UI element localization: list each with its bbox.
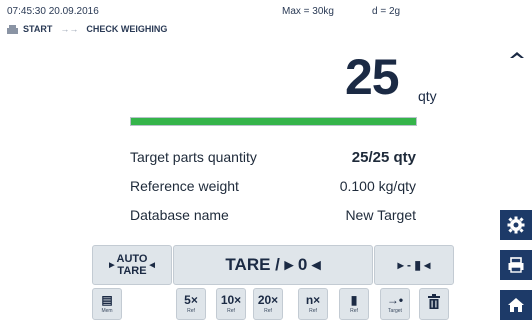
memory-icon: ▤ bbox=[101, 293, 113, 307]
softkey-sub: Ref bbox=[264, 308, 272, 314]
auto-tare-line1: AUTO bbox=[116, 253, 148, 265]
collapse-icon[interactable] bbox=[510, 51, 524, 59]
breadcrumb-start[interactable]: START bbox=[23, 24, 52, 34]
division: d = 2g bbox=[372, 6, 401, 17]
softkey-ref-n[interactable]: n× Ref bbox=[298, 288, 328, 320]
status-bar: 07:45:30 20.09.2016 Max = 30kg d = 2g bbox=[0, 0, 532, 20]
triangle-right-icon: ▶ bbox=[109, 262, 115, 269]
datetime: 07:45:30 20.09.2016 bbox=[7, 6, 99, 17]
settings-button[interactable] bbox=[500, 210, 532, 240]
breadcrumb-current: CHECK WEIGHING bbox=[86, 24, 168, 34]
printer-icon bbox=[508, 257, 524, 273]
info-label: Database name bbox=[130, 207, 229, 223]
auto-tare-line2: TARE bbox=[117, 265, 147, 277]
house-icon bbox=[508, 298, 524, 312]
info-label: Reference weight bbox=[130, 178, 239, 194]
info-row-database: Database name New Target bbox=[130, 204, 416, 226]
softkey-sub: Ref bbox=[309, 308, 317, 314]
triangle-left-icon: ◀ bbox=[149, 262, 155, 269]
softkey-ref-weight[interactable]: ▮ Ref bbox=[339, 288, 369, 320]
ref-weight-icon: ▮ bbox=[350, 293, 358, 307]
home-icon bbox=[7, 24, 18, 34]
softkey-ref-10[interactable]: 10× Ref bbox=[216, 288, 246, 320]
progress-bar bbox=[130, 117, 417, 126]
breadcrumb: START →→ CHECK WEIGHING bbox=[7, 22, 167, 36]
ref20-icon: 20× bbox=[257, 293, 279, 307]
softkey-sub: Target bbox=[388, 308, 402, 314]
date-text: 20.09.2016 bbox=[48, 6, 99, 17]
info-value: New Target bbox=[345, 207, 416, 223]
info-row-reference: Reference weight 0.100 kg/qty bbox=[130, 175, 416, 197]
info-label: Target parts quantity bbox=[130, 149, 257, 165]
softkey-ref-5[interactable]: 5× Ref bbox=[176, 288, 206, 320]
target-icon: →• bbox=[386, 293, 404, 307]
softkey-sub: Mem bbox=[101, 308, 113, 314]
softkey-ref-20[interactable]: 20× Ref bbox=[253, 288, 283, 320]
zero-button[interactable]: ▸ - ▮ ◂ bbox=[374, 245, 454, 285]
info-value: 25/25 qty bbox=[351, 149, 416, 166]
softkey-sub: Ref bbox=[187, 308, 195, 314]
max-capacity: Max = 30kg bbox=[282, 6, 334, 17]
softkey-delete[interactable] bbox=[419, 288, 449, 320]
ref10-icon: 10× bbox=[220, 293, 242, 307]
weight-unit: qty bbox=[418, 88, 437, 104]
ref5-icon: 5× bbox=[184, 293, 198, 307]
softkey-target[interactable]: →• Target bbox=[380, 288, 410, 320]
trash-icon bbox=[428, 294, 440, 309]
breadcrumb-arrow-icon: →→ bbox=[60, 24, 79, 34]
print-button[interactable] bbox=[500, 250, 532, 280]
softkey-sub: Ref bbox=[227, 308, 235, 314]
auto-tare-label: AUTO TARE bbox=[117, 253, 148, 277]
softkey-sub: Ref bbox=[350, 308, 358, 314]
progress-fill bbox=[131, 118, 416, 125]
softkey-memory[interactable]: ▤ Mem bbox=[92, 288, 122, 320]
home-button[interactable] bbox=[500, 290, 532, 320]
info-row-target: Target parts quantity 25/25 qty bbox=[130, 146, 416, 168]
auto-tare-button[interactable]: ▶ AUTO TARE ◀ bbox=[92, 245, 172, 285]
time-text: 07:45:30 bbox=[7, 6, 46, 17]
gear-icon bbox=[507, 216, 525, 234]
refn-icon: n× bbox=[305, 293, 321, 307]
tare-button[interactable]: TARE / ▸ 0 ◂ bbox=[173, 245, 373, 285]
info-value: 0.100 kg/qty bbox=[339, 178, 416, 194]
weight-value: 25 bbox=[345, 49, 400, 105]
